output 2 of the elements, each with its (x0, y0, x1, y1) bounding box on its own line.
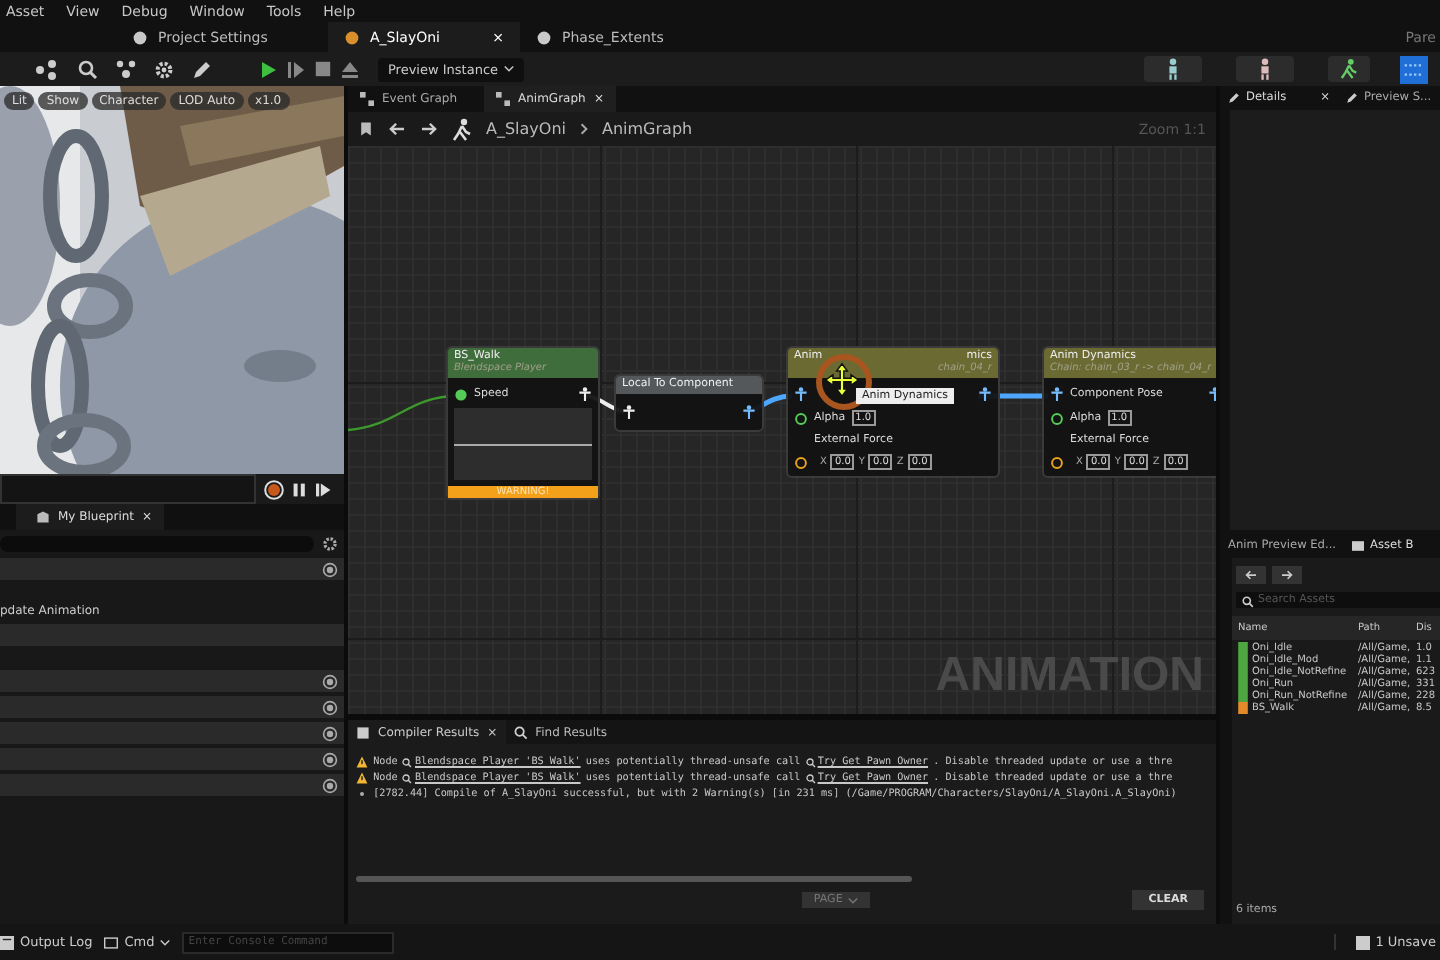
breadcrumb-link[interactable]: A_SlayOni (486, 120, 566, 138)
breadcrumb-current: AnimGraph (602, 120, 693, 138)
